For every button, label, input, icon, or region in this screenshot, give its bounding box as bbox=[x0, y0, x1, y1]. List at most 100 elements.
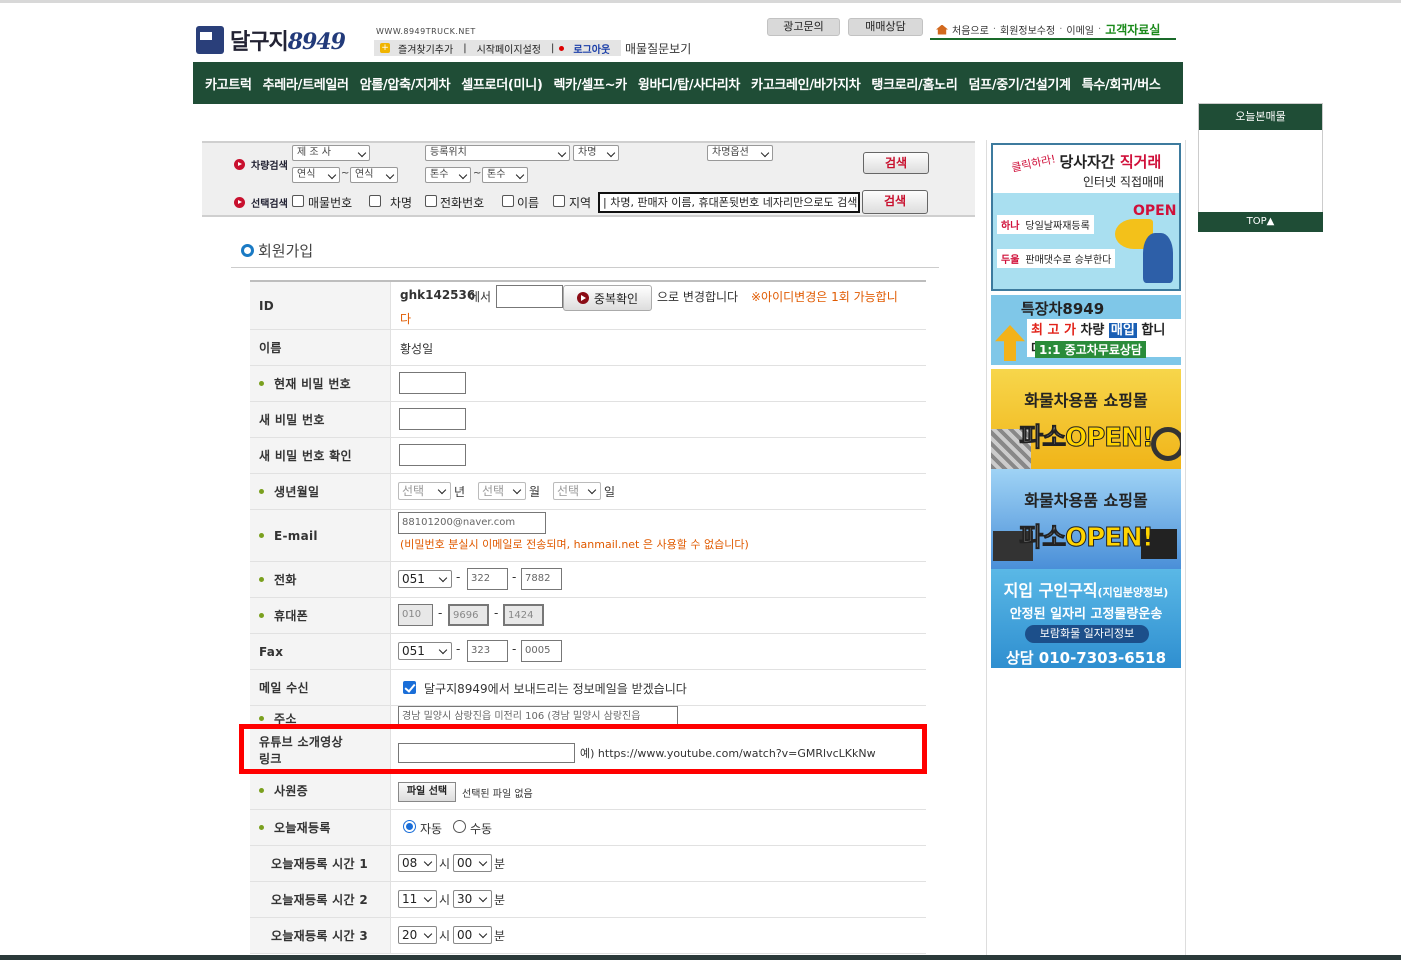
time-1-minute-select[interactable]: 00 bbox=[453, 854, 492, 872]
location-select[interactable]: 등록위치 bbox=[425, 145, 570, 161]
time-3-label: 오늘재등록 시간 3 bbox=[250, 918, 391, 953]
time-2-label: 오늘재등록 시간 2 bbox=[250, 882, 391, 917]
new-password-input[interactable] bbox=[399, 408, 466, 430]
shopping-mall-banner-2[interactable]: 화물차용품 쇼핑몰 파소OPEN! bbox=[991, 469, 1181, 569]
file-status: 선택된 파일 없음 bbox=[462, 789, 533, 800]
nav-item[interactable]: 특수/회귀/버스 bbox=[1082, 74, 1161, 93]
job-banner[interactable]: 지입 구인구직(지입분양정보) 안정된 일자리 고정물량운송 보람화물 일자리정… bbox=[991, 569, 1181, 668]
vehicle-search-label: 차량검색 bbox=[234, 157, 288, 172]
vehicle-search-button[interactable]: 검색 bbox=[863, 152, 929, 174]
nav-item[interactable]: 카고크레인/바가지차 bbox=[751, 74, 861, 93]
direct-trade-banner[interactable]: 클릭하라! 당사자간 직거래 인터넷 직접매매 OPEN 하나 당일날짜재등록 두… bbox=[991, 143, 1181, 291]
phone-middle-input[interactable]: 322 bbox=[467, 568, 508, 590]
site-url: WWW.8949TRUCK.NET bbox=[376, 27, 476, 36]
nav-item[interactable]: 암롤/압축/지게차 bbox=[360, 74, 451, 93]
home-link[interactable]: 처음으로 bbox=[952, 22, 989, 37]
shopping-mall-banner[interactable]: 화물차용품 쇼핑몰 파소OPEN! bbox=[991, 369, 1181, 469]
ad-inquiry-button[interactable]: 광고문의 bbox=[767, 18, 840, 36]
mail-receive-checkbox[interactable] bbox=[403, 681, 416, 694]
name-checkbox[interactable] bbox=[502, 195, 514, 207]
mobile-middle-input[interactable]: 9696 bbox=[448, 604, 489, 626]
nav-item[interactable]: 윙바디/탑/사다리차 bbox=[638, 74, 740, 93]
recently-viewed-panel: 오늘본매물 TOP▲ bbox=[1198, 103, 1323, 232]
nav-item[interactable]: 추레라/트레일러 bbox=[263, 74, 349, 93]
member-edit-link[interactable]: 회원정보수정 bbox=[1000, 22, 1055, 37]
auto-radio[interactable] bbox=[403, 820, 416, 833]
ton-to-select[interactable]: 톤수 bbox=[482, 167, 528, 183]
manual-radio[interactable] bbox=[453, 820, 466, 833]
time-1-label: 오늘재등록 시간 1 bbox=[250, 846, 391, 881]
keyword-search-input[interactable]: | 차명, 판매자 이름, 휴대폰뒷번호 네자리만으로도 검색가 bbox=[598, 192, 860, 213]
special-vehicle-banner[interactable]: 특장차8949 최 고 가 차량 매입 합니다 1:1 중고차무료상담 bbox=[991, 295, 1181, 365]
ton-from-select[interactable]: 톤수 bbox=[425, 167, 471, 183]
phone-last-input[interactable]: 7882 bbox=[521, 568, 562, 590]
new-id-input[interactable] bbox=[496, 285, 563, 308]
employee-card-row: 사원증 파일 선택 선택된 파일 없음 bbox=[250, 774, 926, 810]
recently-viewed-title: 오늘본매물 bbox=[1199, 104, 1322, 130]
confirm-password-input[interactable] bbox=[399, 444, 466, 466]
fax-last-input[interactable]: 0005 bbox=[521, 640, 562, 662]
set-homepage-link[interactable]: 시작페이지설정 bbox=[472, 41, 546, 56]
trade-consult-button[interactable]: 매매상담 bbox=[848, 18, 923, 36]
required-dot-icon bbox=[259, 381, 264, 386]
data-room-link[interactable]: 고객자료실 bbox=[1105, 21, 1160, 38]
top-links: 처음으로 · 회원정보수정 · 이메일 · 고객자료실 bbox=[936, 21, 1160, 38]
bullet-icon bbox=[234, 197, 245, 208]
maker-select[interactable]: 제 조 사 bbox=[292, 145, 370, 161]
birth-day-select[interactable]: 선택 bbox=[553, 482, 601, 500]
required-dot-icon bbox=[259, 788, 264, 793]
nav-item[interactable]: 덤프/중기/건설기계 bbox=[969, 74, 1071, 93]
phone-checkbox[interactable] bbox=[425, 195, 437, 207]
circle-icon bbox=[241, 244, 254, 257]
time-3-minute-select[interactable]: 00 bbox=[453, 926, 492, 944]
reregister-time-1-row: 오늘재등록 시간 1 08 시 00 분 bbox=[250, 846, 926, 882]
nav-item[interactable]: 셀프로더(미니) bbox=[461, 74, 543, 93]
duplicate-check-button[interactable]: 중복확인 bbox=[563, 285, 652, 311]
mobile-last-input[interactable]: 1424 bbox=[503, 604, 544, 626]
time-2-minute-select[interactable]: 30 bbox=[453, 890, 492, 908]
site-logo[interactable]: 달구지8949 bbox=[196, 22, 356, 58]
year-to-select[interactable]: 연식 bbox=[350, 167, 398, 183]
keyword-search-button[interactable]: 검색 bbox=[862, 190, 928, 214]
bullet-icon bbox=[559, 45, 565, 51]
year-from-select[interactable]: 연식 bbox=[292, 167, 340, 183]
time-1-hour-select[interactable]: 08 bbox=[398, 854, 437, 872]
nav-item[interactable]: 탱크로리/홈노리 bbox=[871, 74, 957, 93]
model-option-select[interactable]: 차명옵션 bbox=[707, 145, 773, 161]
arrow-icon bbox=[995, 325, 1025, 361]
required-dot-icon bbox=[259, 577, 264, 582]
region-label: 지역 bbox=[569, 196, 592, 210]
faq-link[interactable]: 매물질문보기 bbox=[625, 40, 691, 57]
phone-prefix-select[interactable]: 051 bbox=[398, 570, 452, 588]
current-password-input[interactable] bbox=[399, 372, 466, 394]
model-checkbox[interactable] bbox=[369, 195, 381, 207]
region-checkbox[interactable] bbox=[553, 195, 565, 207]
email-link[interactable]: 이메일 bbox=[1066, 22, 1094, 37]
required-dot-icon bbox=[259, 613, 264, 618]
email-row: E-mail 88101200@naver.com (비밀번호 분실시 이메일로… bbox=[250, 510, 926, 562]
utility-bar: + 즐겨찾기추가 | 시작페이지설정 | 로그아웃 bbox=[374, 40, 622, 56]
scroll-top-button[interactable]: TOP▲ bbox=[1198, 212, 1323, 232]
home-icon bbox=[936, 24, 948, 35]
logout-link[interactable]: 로그아웃 bbox=[568, 41, 615, 56]
time-2-hour-select[interactable]: 11 bbox=[398, 890, 437, 908]
required-dot-icon bbox=[259, 716, 264, 721]
email-input[interactable]: 88101200@naver.com bbox=[398, 512, 546, 534]
birth-month-select[interactable]: 선택 bbox=[478, 482, 526, 500]
file-select-button[interactable]: 파일 선택 bbox=[398, 782, 456, 802]
nav-item[interactable]: 카고트럭 bbox=[205, 74, 252, 93]
time-3-hour-select[interactable]: 20 bbox=[398, 926, 437, 944]
confirm-password-row: 새 비밀 번호 확인 bbox=[250, 438, 926, 474]
bookmark-link[interactable]: 즐겨찾기추가 bbox=[393, 41, 458, 56]
name-value: 황성일 bbox=[400, 342, 434, 356]
mobile-prefix-input[interactable]: 010 bbox=[398, 604, 433, 626]
fax-middle-input[interactable]: 323 bbox=[467, 640, 508, 662]
model-select[interactable]: 차명 bbox=[573, 145, 619, 161]
required-dot-icon bbox=[259, 489, 264, 494]
listing-number-checkbox[interactable] bbox=[292, 195, 304, 207]
nav-item[interactable]: 렉카/셀프~카 bbox=[554, 74, 628, 93]
bottom-bar bbox=[0, 955, 1401, 960]
name-label: 이름 bbox=[250, 330, 391, 365]
birth-year-select[interactable]: 선택 bbox=[398, 482, 451, 500]
fax-prefix-select[interactable]: 051 bbox=[398, 642, 452, 660]
